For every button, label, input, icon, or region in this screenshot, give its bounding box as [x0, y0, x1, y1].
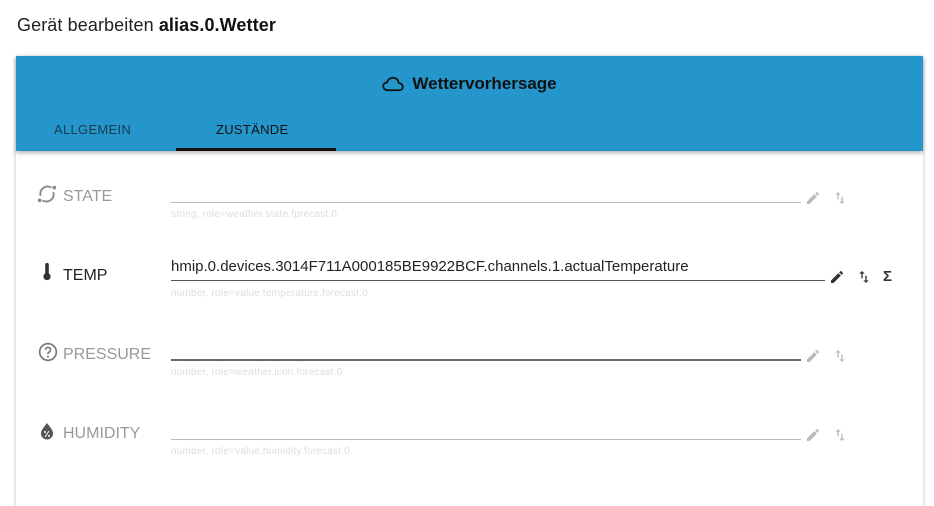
dialog-title: Gerät bearbeiten alias.0.Wetter: [17, 15, 276, 36]
state-helper: string, role=weather.state.fprecast.0: [171, 209, 338, 220]
edit-icon[interactable]: [829, 269, 845, 285]
swap-vertical-icon[interactable]: [832, 427, 848, 443]
humidity-helper: number, role=value.humidity.forecast.0: [171, 446, 350, 457]
humidity-label: HUMIDITY: [63, 425, 141, 442]
state-row-temp: TEMP hmip.0.devices.3014F711A000185BE992…: [16, 254, 923, 314]
temp-input-value[interactable]: hmip.0.devices.3014F711A000185BE9922BCF.…: [171, 258, 689, 275]
edit-icon[interactable]: [805, 348, 821, 364]
dialog-title-id: alias.0.Wetter: [158, 15, 276, 35]
pressure-label: PRESSURE: [63, 346, 152, 363]
tab-zustaende[interactable]: ZUSTÄNDE: [216, 122, 288, 137]
help-circle-icon: [38, 342, 58, 367]
pressure-helper: number, role=weather.icon.forecast.0: [171, 367, 343, 378]
card-title: Wettervorhersage: [16, 74, 923, 97]
edit-icon[interactable]: [805, 190, 821, 206]
device-card: Wettervorhersage ALLGEMEIN ZUSTÄNDE STAT…: [16, 56, 923, 506]
state-row-pressure: PRESSURE number, role=weather.icon.forec…: [16, 334, 923, 394]
temp-label: TEMP: [63, 267, 108, 284]
swap-vertical-icon[interactable]: [832, 190, 848, 206]
cloud-icon: [382, 76, 405, 97]
dialog-title-prefix: Gerät bearbeiten: [17, 15, 154, 35]
thermometer-icon: [40, 262, 54, 287]
swap-vertical-icon[interactable]: [832, 348, 848, 364]
state-input[interactable]: [171, 202, 801, 203]
swap-vertical-icon[interactable]: [856, 269, 872, 285]
humidity-input[interactable]: [171, 439, 801, 440]
card-title-text: Wettervorhersage: [412, 74, 557, 93]
edit-icon[interactable]: [805, 427, 821, 443]
card-header: Wettervorhersage ALLGEMEIN ZUSTÄNDE: [16, 56, 923, 151]
temp-helper: number, role=value.temperature.forecast.…: [171, 288, 368, 299]
water-percent-icon: [40, 422, 54, 445]
state-row-humidity: HUMIDITY number, role=value.humidity.for…: [16, 413, 923, 473]
tab-allgemein[interactable]: ALLGEMEIN: [54, 122, 131, 137]
state-row-state: STATE string, role=weather.state.fprecas…: [16, 176, 923, 236]
temp-input[interactable]: [171, 280, 825, 281]
pressure-input[interactable]: [171, 359, 801, 361]
tab-indicator: [176, 148, 336, 151]
sigma-icon[interactable]: Σ: [883, 268, 899, 285]
state-label: STATE: [63, 188, 113, 205]
rotate-icon: [36, 183, 58, 210]
